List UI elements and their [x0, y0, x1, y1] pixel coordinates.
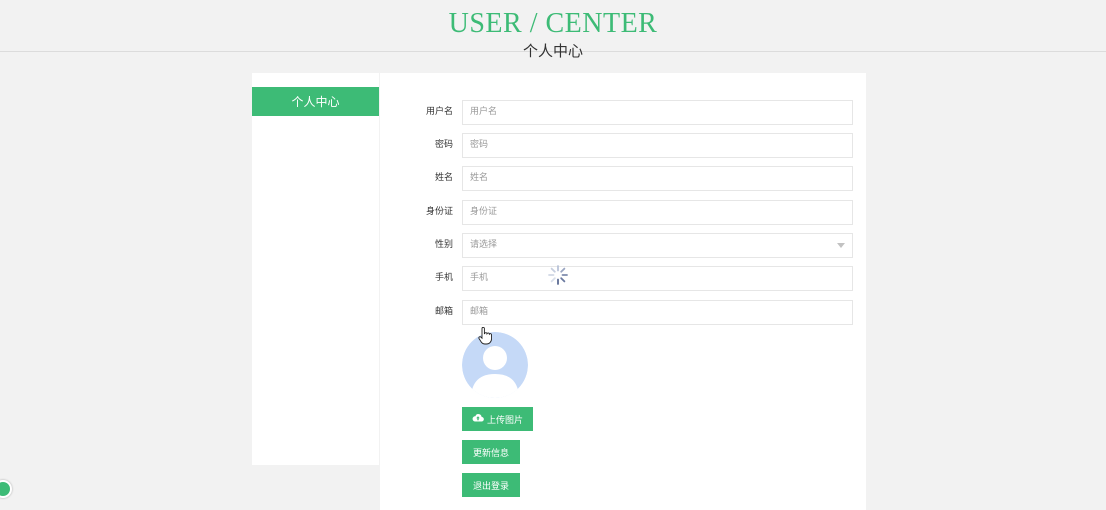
- password-field[interactable]: 密码: [462, 133, 853, 158]
- username-label: 用户名: [425, 107, 453, 117]
- gender-select-value: 请选择: [470, 240, 498, 250]
- name-field[interactable]: 姓名: [462, 166, 853, 191]
- user-center-panel: 个人中心 用户名 用户名 密码 密码 姓名 姓名 身份证 身份证 性别 请选择: [252, 73, 866, 510]
- phone-row: 手机 手机: [380, 266, 866, 291]
- username-row: 用户名 用户名: [380, 100, 866, 125]
- phone-field[interactable]: 手机: [462, 266, 853, 291]
- sidebar: 个人中心: [252, 73, 379, 465]
- id-card-field[interactable]: 身份证: [462, 200, 853, 225]
- page-title-en: USER / CENTER: [448, 8, 658, 39]
- default-user-avatar-icon: [462, 332, 528, 398]
- update-info-label: 更新信息: [472, 448, 509, 459]
- upload-image-button[interactable]: 上传图片: [462, 407, 533, 431]
- chevron-down-icon: [837, 243, 845, 248]
- id-card-row: 身份证 身份证: [380, 200, 866, 225]
- page-header: USER / CENTER 个人中心: [0, 0, 1106, 66]
- profile-form: 用户名 用户名 密码 密码 姓名 姓名 身份证 身份证 性别 请选择 手机 手机: [380, 73, 866, 510]
- username-field[interactable]: 用户名: [462, 100, 853, 125]
- email-label: 邮箱: [434, 307, 453, 317]
- cloud-upload-icon: [472, 413, 484, 425]
- email-row: 邮箱 邮箱: [380, 300, 866, 325]
- password-label: 密码: [434, 140, 453, 150]
- sidebar-item-user-center[interactable]: 个人中心: [252, 87, 379, 116]
- avatar[interactable]: [462, 332, 528, 398]
- update-info-button[interactable]: 更新信息: [462, 440, 520, 464]
- page-title-cn: 个人中心: [522, 42, 583, 60]
- logout-button[interactable]: 退出登录: [462, 473, 520, 497]
- upload-image-label: 上传图片: [486, 415, 523, 426]
- name-label: 姓名: [434, 173, 453, 183]
- id-card-label: 身份证: [425, 207, 453, 217]
- logout-label: 退出登录: [472, 481, 509, 492]
- floating-help-button[interactable]: [0, 480, 12, 498]
- sidebar-item-label: 个人中心: [291, 95, 340, 109]
- phone-label: 手机: [434, 273, 453, 283]
- hand-pointer-cursor: [478, 326, 492, 345]
- name-row: 姓名 姓名: [380, 166, 866, 191]
- gender-row: 性别 请选择: [380, 233, 866, 258]
- password-row: 密码 密码: [380, 133, 866, 158]
- email-field[interactable]: 邮箱: [462, 300, 853, 325]
- gender-label: 性别: [434, 240, 453, 250]
- loading-spinner-icon: [547, 264, 569, 286]
- gender-select[interactable]: 请选择: [462, 233, 853, 258]
